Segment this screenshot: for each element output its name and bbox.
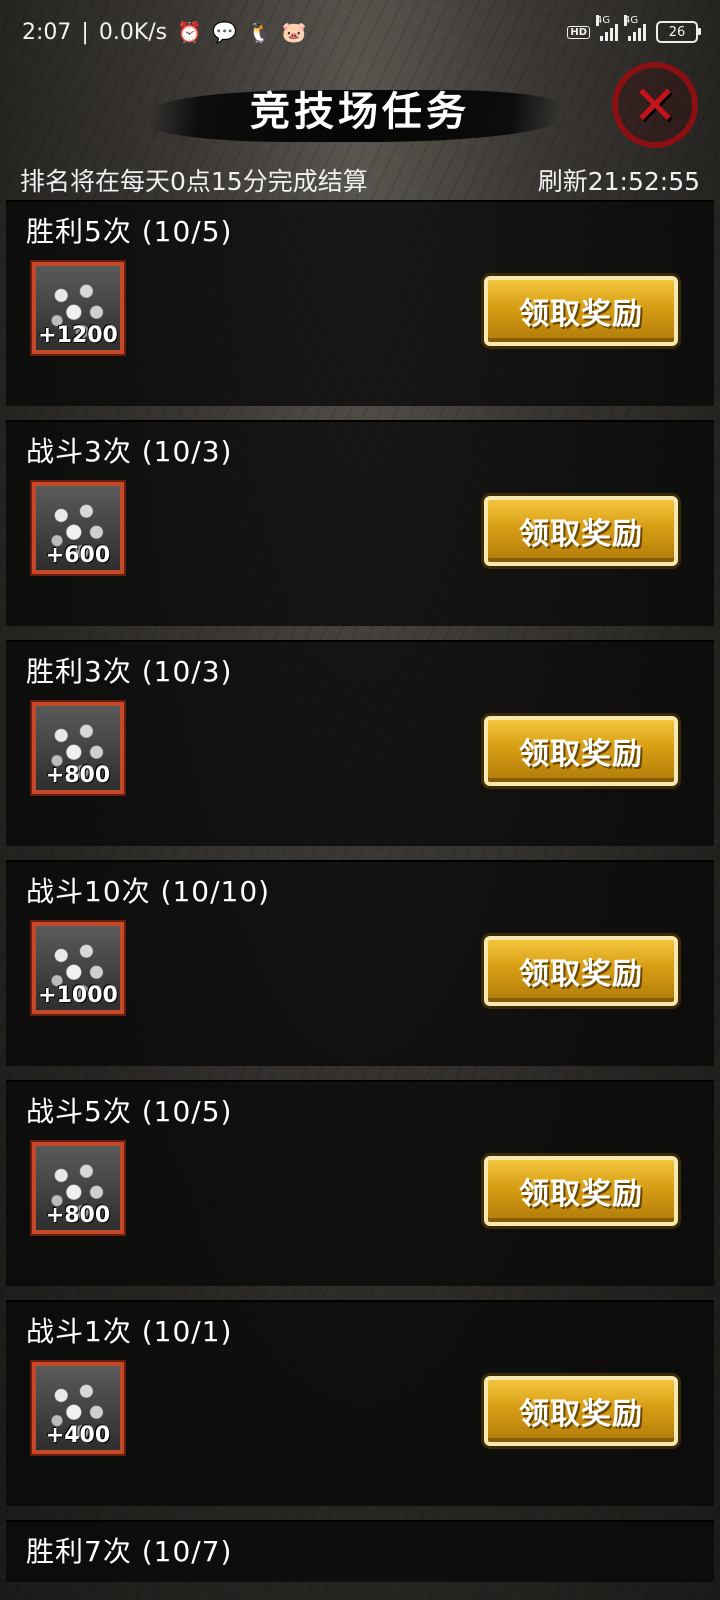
claim-reward-button[interactable]: 领取奖励 [484, 276, 678, 346]
reward-amount: +1000 [38, 983, 118, 1008]
claim-reward-button[interactable]: 领取奖励 [484, 496, 678, 566]
claim-reward-button[interactable]: 领取奖励 [484, 936, 678, 1006]
task-title: 战斗1次 (10/1) [26, 1315, 233, 1348]
task-title: 战斗3次 (10/3) [26, 435, 233, 468]
task-title: 胜利5次 (10/5) [26, 215, 233, 248]
clock-time: 2:07 [22, 19, 72, 45]
battery-icon: 26 [656, 21, 701, 43]
coin-reward-icon: +400 [32, 1362, 124, 1454]
coin-reward-icon: +800 [32, 702, 124, 794]
info-row: 排名将在每天0点15分完成结算 刷新21:52:55 [20, 160, 700, 200]
reward-amount: +400 [45, 1423, 111, 1448]
title-banner: 竞技场任务 [0, 80, 720, 150]
separator: | [81, 19, 89, 45]
app-notification-icon: 🐷 [281, 20, 307, 44]
signal-icon-2: 4G [624, 15, 646, 41]
task-item: 战斗5次 (10/5) +800 领取奖励 [6, 1080, 714, 1286]
reward-amount: +800 [45, 763, 111, 788]
coin-reward-icon: +1200 [32, 262, 124, 354]
claim-reward-button[interactable]: 领取奖励 [484, 1156, 678, 1226]
task-item: 胜利3次 (10/3) +800 领取奖励 [6, 640, 714, 846]
network-type-label-2: 4G [624, 15, 639, 26]
task-item: 战斗10次 (10/10) +1000 领取奖励 [6, 860, 714, 1066]
settlement-note: 排名将在每天0点15分完成结算 [20, 167, 368, 196]
task-list[interactable]: 胜利5次 (10/5) +1200 领取奖励 战斗3次 (10/3) +600 … [6, 200, 714, 1596]
task-item: 战斗1次 (10/1) +400 领取奖励 [6, 1300, 714, 1506]
reward-amount: +600 [45, 543, 111, 568]
task-item: 胜利7次 (10/7) [6, 1520, 714, 1582]
refresh-timer: 刷新21:52:55 [537, 167, 700, 196]
battery-level: 26 [668, 24, 686, 40]
signal-icon: 4G [596, 15, 618, 41]
task-title: 战斗5次 (10/5) [26, 1095, 233, 1128]
status-bar: 2:07 | 0.0K/s ⏰ 💬 🐧 🐷 HD 4G 4G 26 [0, 0, 720, 64]
close-icon: ✕ [632, 73, 678, 137]
coin-reward-icon: +600 [32, 482, 124, 574]
network-speed: 0.0K/s [98, 19, 168, 45]
claim-reward-button[interactable]: 领取奖励 [484, 716, 678, 786]
task-item: 战斗3次 (10/3) +600 领取奖励 [6, 420, 714, 626]
qq-icon: 🐧 [246, 20, 272, 44]
task-title: 胜利3次 (10/3) [26, 655, 233, 688]
claim-reward-button[interactable]: 领取奖励 [484, 1376, 678, 1446]
close-button[interactable]: ✕ [612, 62, 698, 148]
reward-amount: +1200 [38, 323, 118, 348]
alarm-icon: ⏰ [177, 20, 203, 44]
reward-amount: +800 [45, 1203, 111, 1228]
coin-reward-icon: +800 [32, 1142, 124, 1234]
page-title: 竞技场任务 [250, 89, 470, 135]
hd-icon: HD [567, 25, 590, 39]
task-title: 战斗10次 (10/10) [26, 875, 271, 908]
network-type-label: 4G [596, 15, 611, 26]
task-item: 胜利5次 (10/5) +1200 领取奖励 [6, 200, 714, 406]
task-title: 胜利7次 (10/7) [26, 1535, 233, 1568]
wechat-icon: 💬 [212, 20, 237, 44]
coin-reward-icon: +1000 [32, 922, 124, 1014]
